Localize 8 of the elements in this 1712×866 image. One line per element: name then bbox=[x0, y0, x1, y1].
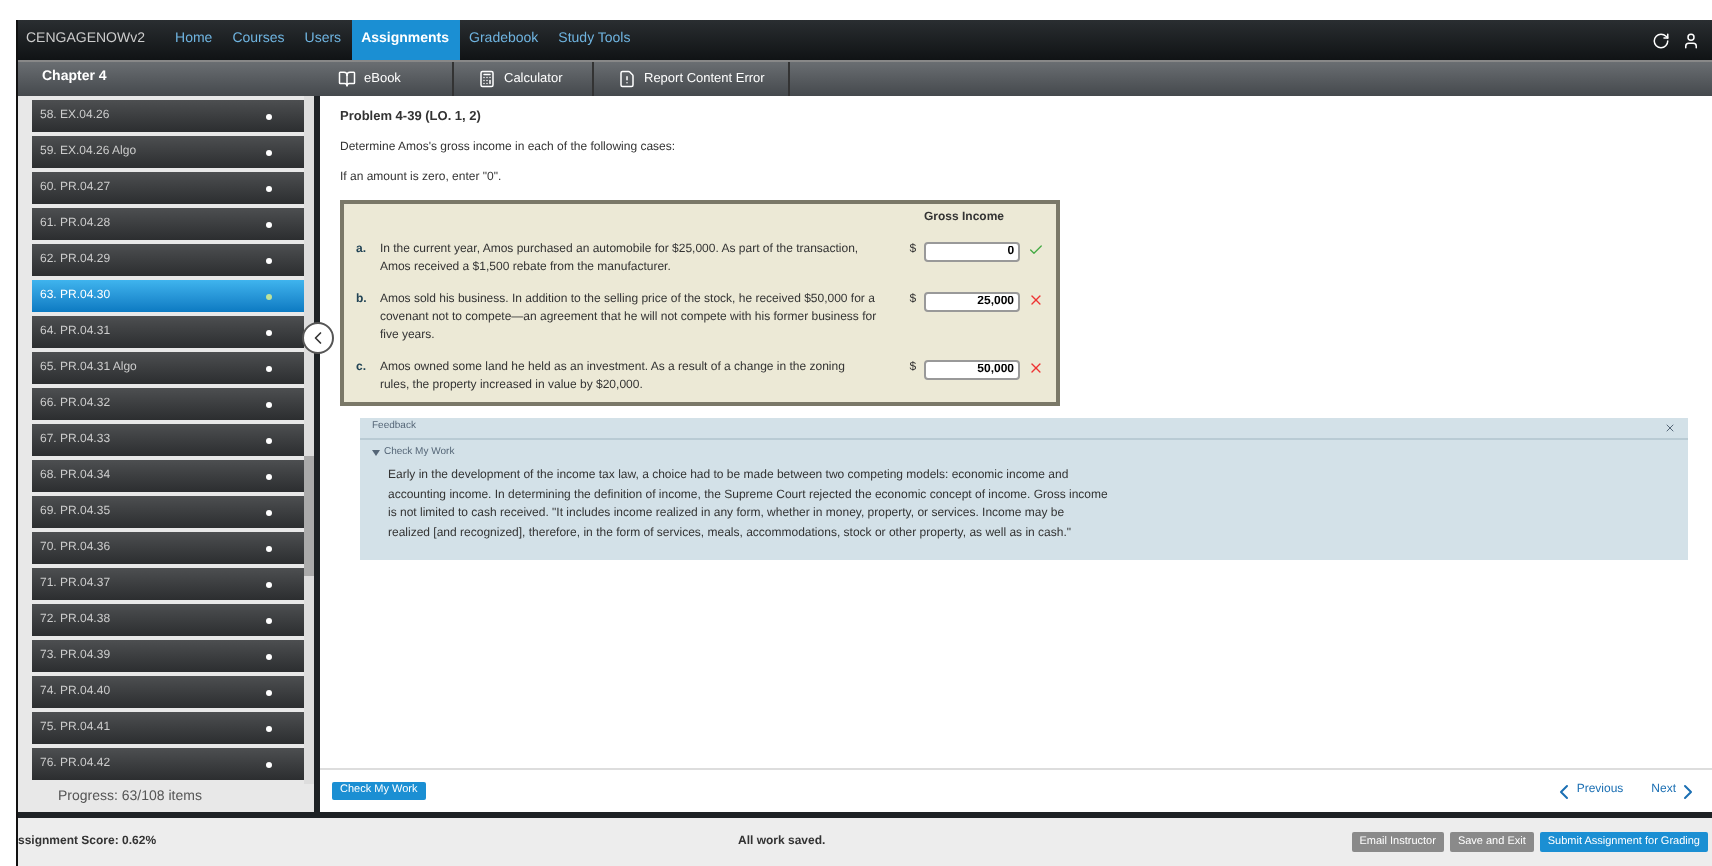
book-icon bbox=[338, 70, 356, 88]
document-icon bbox=[618, 70, 636, 88]
calculator-icon bbox=[478, 70, 496, 88]
close-icon[interactable] bbox=[1664, 421, 1676, 434]
refresh-icon[interactable] bbox=[1652, 31, 1670, 49]
triangle-down-icon bbox=[372, 450, 380, 456]
user-icon[interactable] bbox=[1682, 31, 1700, 49]
scrollbar[interactable] bbox=[304, 96, 314, 784]
